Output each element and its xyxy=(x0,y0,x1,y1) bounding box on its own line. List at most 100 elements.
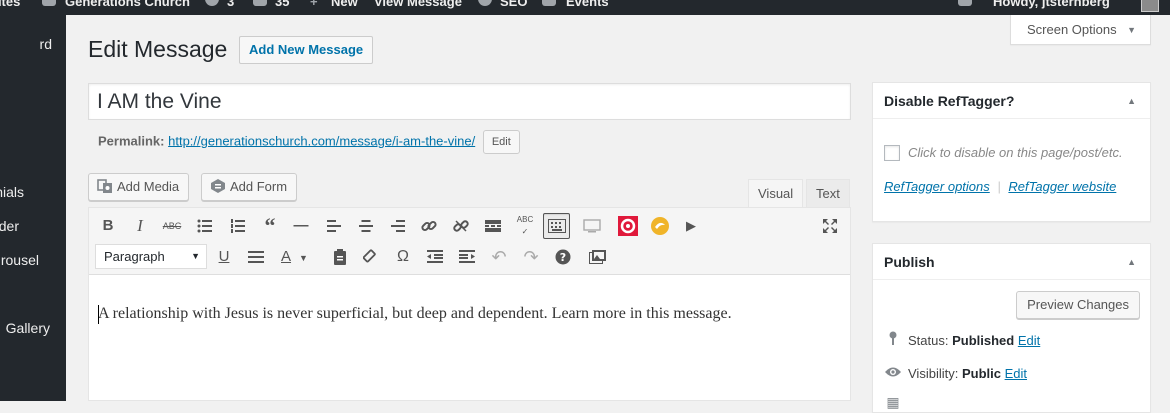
visibility-value: Public xyxy=(961,366,1001,381)
status-value: Published xyxy=(952,333,1015,348)
ornament-plugin-icon[interactable] xyxy=(648,214,672,238)
reftagger-disable-row: Click to disable on this page/post/etc. xyxy=(884,145,1123,161)
fullscreen-icon[interactable] xyxy=(818,214,842,238)
redo-icon[interactable]: ↷ xyxy=(519,245,543,269)
reftagger-box: Disable RefTagger? ▲ Click to disable on… xyxy=(872,82,1151,222)
bullet-list-icon[interactable] xyxy=(193,214,217,238)
bold-icon[interactable]: B xyxy=(96,214,120,238)
blockquote-icon[interactable]: “ xyxy=(258,214,282,238)
format-select[interactable]: Paragraph ▼ xyxy=(95,244,207,269)
screen-options-button[interactable]: Screen Options ▼ xyxy=(1010,15,1151,45)
add-new-message-button[interactable]: Add New Message xyxy=(239,36,374,64)
visibility-label: Visibility: xyxy=(908,366,959,381)
admin-bar-view-message[interactable]: View Message xyxy=(374,0,462,11)
media-icon xyxy=(97,177,113,193)
align-center-icon[interactable] xyxy=(354,214,378,238)
admin-bar-account[interactable]: Howdy, jtsternberg xyxy=(993,0,1110,11)
content-editor: B I ABC “ — ABC ✓ ▶ Paragraph ▼ U A ▼ Ω … xyxy=(88,207,851,401)
tab-text[interactable]: Text xyxy=(806,179,850,208)
seo-icon xyxy=(478,0,492,6)
post-title-input[interactable]: I AM the Vine xyxy=(88,83,851,120)
collapse-arrow-icon[interactable]: ▲ xyxy=(1127,244,1136,280)
reftagger-disable-label: Click to disable on this page/post/etc. xyxy=(908,145,1123,160)
admin-menu-item-label: nials xyxy=(0,184,24,200)
home-icon xyxy=(42,0,56,6)
eye-icon xyxy=(884,365,902,381)
outdent-icon[interactable] xyxy=(423,245,447,269)
numbered-list-icon[interactable] xyxy=(226,214,250,238)
reftagger-options-link[interactable]: RefTagger options xyxy=(884,179,990,194)
permalink-edit-button[interactable]: Edit xyxy=(482,130,520,154)
notification-icon[interactable] xyxy=(958,0,972,6)
admin-menu-item-testimonials[interactable]: nials xyxy=(0,177,66,207)
text-color-icon[interactable]: A ▼ xyxy=(275,245,311,269)
admin-bar-sites[interactable]: bites xyxy=(0,0,20,11)
spellcheck-icon[interactable]: ABC ✓ xyxy=(513,214,537,238)
admin-menu-item-dashboard[interactable]: rd xyxy=(0,29,66,59)
avatar[interactable] xyxy=(1141,0,1159,12)
screen-options-label: Screen Options xyxy=(1027,22,1117,37)
status-label: Status: xyxy=(908,333,949,348)
distraction-free-icon[interactable] xyxy=(580,214,604,238)
permalink-label: Permalink: xyxy=(98,133,165,149)
schedule-row: ▦ xyxy=(884,394,908,411)
gallery-icon[interactable] xyxy=(586,245,610,269)
underline-icon[interactable]: U xyxy=(212,245,236,269)
editor-body[interactable]: A relationship with Jesus is never super… xyxy=(98,303,838,325)
status-edit-link[interactable]: Edit xyxy=(1018,333,1040,348)
preview-changes-button[interactable]: Preview Changes xyxy=(1016,291,1140,319)
toolbar-toggle-icon[interactable] xyxy=(543,213,570,239)
admin-bar-comments[interactable]: 35 xyxy=(275,0,289,11)
comment-icon xyxy=(253,0,267,6)
tab-visual[interactable]: Visual xyxy=(748,179,804,209)
permalink-row: Permalink: http://generationschurch.com/… xyxy=(98,130,520,154)
visibility-edit-link[interactable]: Edit xyxy=(1005,366,1027,381)
align-right-icon[interactable] xyxy=(386,214,410,238)
align-left-icon[interactable] xyxy=(322,214,346,238)
admin-bar: bites Generations Church 3 35 + New View… xyxy=(0,0,1170,15)
paste-as-text-icon[interactable] xyxy=(328,245,352,269)
add-form-button[interactable]: Add Form xyxy=(201,173,298,201)
calendar-icon: ▦ xyxy=(886,394,900,410)
admin-menu-item-label: der xyxy=(0,218,19,234)
reftagger-disable-checkbox[interactable] xyxy=(884,145,900,161)
special-character-icon[interactable]: Ω xyxy=(391,245,415,269)
publish-box: Publish ▲ Preview Changes Status: Publis… xyxy=(872,243,1151,413)
publish-box-title[interactable]: Publish xyxy=(873,244,1150,280)
admin-bar-events[interactable]: Events xyxy=(566,0,609,11)
admin-menu-item-carousel[interactable]: rousel xyxy=(0,245,66,275)
admin-bar-updates[interactable]: 3 xyxy=(227,0,234,11)
caret-down-icon: ▼ xyxy=(191,251,200,261)
admin-menu-item-slider[interactable]: der xyxy=(0,211,66,241)
reftagger-box-title[interactable]: Disable RefTagger? xyxy=(873,83,1150,119)
admin-menu-item-gallery[interactable]: Gallery xyxy=(0,313,66,343)
indent-icon[interactable] xyxy=(455,245,479,269)
justify-icon[interactable] xyxy=(244,245,268,269)
shortcode-plugin-icon[interactable] xyxy=(616,214,640,238)
page-title: Edit Message xyxy=(88,36,228,62)
add-form-label: Add Form xyxy=(230,179,288,194)
unlink-icon[interactable] xyxy=(449,214,473,238)
collapse-arrow-icon[interactable]: ▲ xyxy=(1127,83,1136,119)
admin-bar-site-name[interactable]: Generations Church xyxy=(65,0,190,11)
reftagger-website-link[interactable]: RefTagger website xyxy=(1008,179,1116,194)
horizontal-line-icon[interactable]: — xyxy=(289,214,313,238)
link-icon[interactable] xyxy=(417,214,441,238)
form-icon xyxy=(210,177,226,193)
admin-menu: rd nials der rousel Gallery xyxy=(0,15,66,401)
svg-text:?: ? xyxy=(560,251,566,264)
caret-down-icon: ▼ xyxy=(1127,25,1136,35)
admin-bar-seo[interactable]: SEO xyxy=(500,0,527,11)
status-row: Status: Published Edit xyxy=(884,331,1040,348)
clear-formatting-icon[interactable] xyxy=(359,245,383,269)
italic-icon[interactable]: I xyxy=(128,214,152,238)
read-more-icon[interactable] xyxy=(481,214,505,238)
help-icon[interactable]: ? xyxy=(551,245,575,269)
undo-icon[interactable]: ↶ xyxy=(487,245,511,269)
strikethrough-icon[interactable]: ABC xyxy=(160,214,184,238)
add-media-button[interactable]: Add Media xyxy=(88,173,190,201)
admin-bar-new[interactable]: New xyxy=(331,0,358,11)
play-icon[interactable]: ▶ xyxy=(679,214,703,238)
plus-icon: + xyxy=(310,0,318,9)
permalink-link[interactable]: http://generationschurch.com/message/i-a… xyxy=(168,133,475,148)
